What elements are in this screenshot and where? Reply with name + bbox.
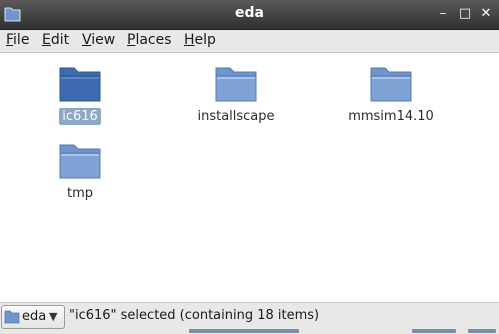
location-combo[interactable]: eda ▼ [1,305,65,329]
status-divider [468,329,496,333]
status-bar: eda ▼ "ic616" selected (containing 18 it… [0,302,499,334]
folder-icon [215,67,257,102]
title-bar: eda – □ ✕ [0,0,499,30]
status-divider [412,329,456,333]
menu-view[interactable]: View [82,31,115,49]
status-text: "ic616" selected (containing 18 items) [69,308,320,323]
close-button[interactable]: ✕ [478,6,494,22]
menu-help[interactable]: Help [184,31,216,49]
chevron-down-icon: ▼ [49,310,58,323]
location-label: eda [22,309,47,324]
folder-icon [59,67,101,102]
window-title: eda [235,5,264,21]
folder-label: mmsim14.10 [348,109,434,124]
folder-icon [4,310,20,324]
folder-item-tmp[interactable]: tmp [25,142,135,202]
maximize-button[interactable]: □ [457,6,473,22]
status-divider [189,329,299,333]
folder-icon [59,144,101,179]
minimize-button[interactable]: – [435,6,451,22]
menu-edit[interactable]: Edit [42,31,69,49]
folder-item-installscape[interactable]: installscape [181,65,291,125]
menu-places[interactable]: Places [127,31,172,49]
folder-icon [370,67,412,102]
folder-label: installscape [197,109,275,124]
file-icon-view[interactable]: ic616 installscape mmsim14.10 tmp [0,53,499,302]
menu-file[interactable]: File [6,31,29,49]
menu-bar: File Edit View Places Help [0,30,499,53]
folder-label: tmp [66,186,93,201]
folder-item-ic616[interactable]: ic616 [25,65,135,125]
folder-item-mmsim14-10[interactable]: mmsim14.10 [336,65,446,125]
folder-label: ic616 [59,108,101,125]
